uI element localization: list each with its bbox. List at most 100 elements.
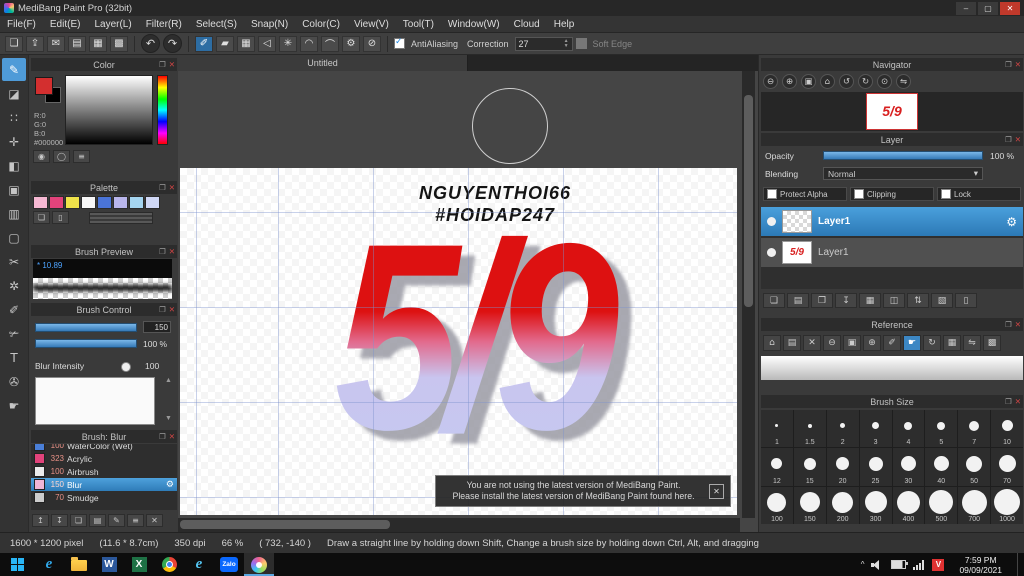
brush-size-cell[interactable]: 3 [859,410,892,448]
delete-brush-icon[interactable]: ✕ [146,514,163,527]
taskbar-clock[interactable]: 7:59 PM 09/09/2021 [951,555,1010,575]
start-button[interactable] [0,553,34,576]
brush-size-cell[interactable]: 70 [991,448,1023,486]
scroll-up-icon[interactable]: ▲ [165,377,172,384]
brush-size-cell[interactable]: 20 [826,448,859,486]
scroll-down-icon[interactable]: ▼ [165,415,172,422]
menu-filterr[interactable]: Filter(R) [139,16,189,32]
add-color-icon[interactable]: ❏ [33,211,50,224]
close-icon[interactable]: ✕ [1015,320,1021,329]
brush-size-cell[interactable]: 1000 [991,486,1023,524]
zoom-out-icon[interactable]: ⊖ [763,74,778,89]
menu-edite[interactable]: Edit(E) [43,16,88,32]
close-icon[interactable]: ✕ [1015,60,1021,69]
menu-toolt[interactable]: Tool(T) [396,16,441,32]
snap-curve-icon[interactable]: ⌒ [321,35,339,52]
brush-list-item[interactable]: 150 Blur ⚙ [31,478,177,491]
brush-size-cell[interactable]: 15 [793,448,826,486]
canvas[interactable]: NGUYENTHOI66 #HOIDAP247 5/9 5/9 [180,168,737,515]
palette-swatch[interactable] [113,196,128,209]
layer-settings-icon[interactable]: ⚙ [1006,215,1017,229]
merge-down-icon[interactable]: ↧ [835,293,857,308]
popout-icon[interactable]: ❐ [1005,135,1012,144]
ref-grid-icon[interactable]: ▦ [943,335,961,351]
select-tool[interactable]: ▢ [2,226,26,249]
brush-size-cell[interactable]: 500 [925,486,958,524]
dot-tool[interactable]: ∷ [2,106,26,129]
ref-lock-icon[interactable]: ▩ [983,335,1001,351]
brush-size-slider[interactable] [35,323,137,332]
edge-taskbar-icon[interactable]: e [34,553,64,576]
eyedropper-tool[interactable]: ✇ [2,370,26,393]
delete-color-icon[interactable]: ▯ [52,211,69,224]
explorer-taskbar-icon[interactable] [64,553,94,576]
tray-expand-icon[interactable]: ^ [861,560,865,569]
brush-menu-icon[interactable]: ≡ [127,514,144,527]
brush-size-cell[interactable]: 1.5 [793,410,826,448]
network-icon[interactable] [913,559,926,570]
popout-icon[interactable]: ❐ [1005,397,1012,406]
close-icon[interactable]: ✕ [1015,135,1021,144]
ref-close-icon[interactable]: ✕ [803,335,821,351]
lock-toggle[interactable]: Lock [937,187,1021,201]
window-icon[interactable]: ❏ [5,35,23,52]
new-layer-icon[interactable]: ❏ [763,293,785,308]
snap-parallel-icon[interactable]: ▰ [216,35,234,52]
horizontal-scrollbar-thumb[interactable] [180,520,390,529]
hue-slider[interactable] [157,75,168,145]
word-taskbar-icon[interactable]: W [94,553,124,576]
notice-line2[interactable]: Please install the latest version of Med… [442,491,705,502]
ref-zoom-in-icon[interactable]: ⊕ [863,335,881,351]
zoom-in-icon[interactable]: ⊕ [782,74,797,89]
palette-swatch[interactable] [97,196,112,209]
popout-icon[interactable]: ❐ [159,432,166,441]
menu-snapn[interactable]: Snap(N) [244,16,295,32]
rasterize-icon[interactable]: ▦ [859,293,881,308]
menu-colorc[interactable]: Color(C) [295,16,347,32]
hand-tool[interactable]: ☛ [2,394,26,417]
magic-wand-tool[interactable]: ✲ [2,274,26,297]
ref-fit-icon[interactable]: ▣ [843,335,861,351]
fill-tool[interactable]: ◧ [2,154,26,177]
minimize-button[interactable]: – [956,1,976,15]
comment-icon[interactable]: ✉ [47,35,65,52]
brush-size-cell[interactable]: 100 [761,486,793,524]
chrome-taskbar-icon[interactable] [154,553,184,576]
duplicate-layer-icon[interactable]: ❐ [811,293,833,308]
brush-size-cell[interactable]: 7 [958,410,991,448]
excel-taskbar-icon[interactable]: X [124,553,154,576]
vertical-scrollbar[interactable] [742,71,755,518]
palette-swatch[interactable] [49,196,64,209]
brush-size-cell[interactable]: 50 [958,448,991,486]
menu-help[interactable]: Help [547,16,582,32]
menu-cloud[interactable]: Cloud [507,16,547,32]
popout-icon[interactable]: ❐ [1005,320,1012,329]
lock-checkbox[interactable] [941,189,951,199]
maximize-button[interactable]: ▢ [978,1,998,15]
delete-layer-icon[interactable]: ▯ [955,293,977,308]
ref-home-icon[interactable]: ⌂ [763,335,781,351]
menu-selects[interactable]: Select(S) [189,16,244,32]
close-icon[interactable]: ✕ [169,247,175,256]
snap-grid-icon[interactable]: ▦ [237,35,255,52]
layer-row[interactable]: Layer1 ⚙ [761,207,1023,236]
close-button[interactable]: ✕ [1000,1,1020,15]
reset-view-icon[interactable]: ⊙ [877,74,892,89]
add-brush-icon[interactable]: ❏ [70,514,87,527]
select-eraser-tool[interactable]: ✃ [2,322,26,345]
rotate-left-icon[interactable]: ↺ [839,74,854,89]
antialiasing-checkbox[interactable]: ✓ [394,36,405,49]
clipping-checkbox[interactable] [854,189,864,199]
navigator-thumbnail[interactable]: 5/9 [866,93,918,130]
edit-brush-icon[interactable]: ✎ [108,514,125,527]
workspace[interactable]: NGUYENTHOI66 #HOIDAP247 5/9 5/9 You are … [178,71,758,532]
bucket-tool[interactable]: ▣ [2,178,26,201]
brush-down-icon[interactable]: ↧ [51,514,68,527]
popout-icon[interactable]: ❐ [159,247,166,256]
flip-horizontal-icon[interactable]: ⇋ [896,74,911,89]
snap-off-icon[interactable]: ⊘ [363,35,381,52]
layer-visibility-icon[interactable] [767,248,776,257]
vertical-scrollbar-thumb[interactable] [744,95,753,307]
pixel-grid-icon[interactable]: ▦ [89,35,107,52]
foreground-color-icon[interactable]: ◉ [33,150,50,163]
